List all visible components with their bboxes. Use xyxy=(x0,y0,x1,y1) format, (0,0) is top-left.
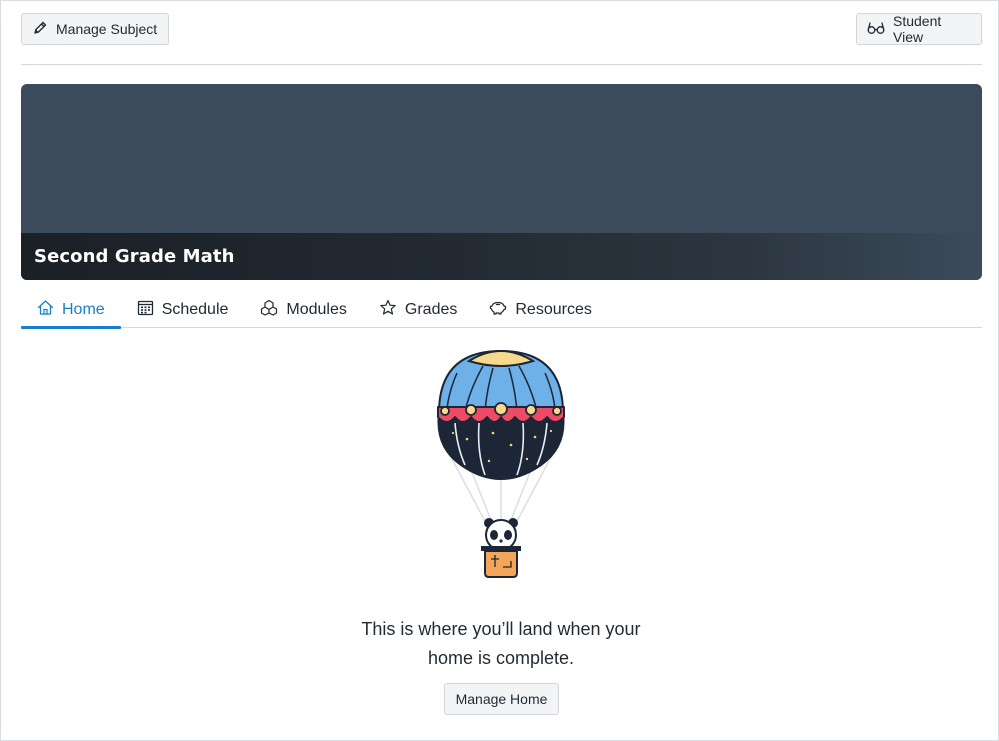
pencil-icon xyxy=(32,20,48,39)
subject-tabs: Home Schedule Modules Grades Resources xyxy=(21,292,982,329)
tab-schedule[interactable]: Schedule xyxy=(121,292,245,327)
hot-air-balloon-illustration xyxy=(431,347,571,583)
tab-modules[interactable]: Modules xyxy=(244,292,362,327)
empty-state-message: This is where you’ll land when your home… xyxy=(301,615,701,673)
home-icon xyxy=(37,299,54,321)
tab-modules-label: Modules xyxy=(286,300,347,318)
tab-schedule-label: Schedule xyxy=(161,300,229,318)
star-icon xyxy=(379,299,397,321)
course-page: Manage Subject Student View Second Grade… xyxy=(0,0,999,741)
subject-banner: Second Grade Math xyxy=(21,84,982,280)
student-view-label: Student View xyxy=(893,13,942,45)
tab-grades[interactable]: Grades xyxy=(363,292,473,327)
tab-resources-label: Resources xyxy=(515,300,592,318)
student-view-button[interactable]: Student View xyxy=(856,13,982,45)
piggy-bank-icon xyxy=(489,299,507,321)
modules-icon xyxy=(260,299,278,321)
empty-state-message-line1: This is where you’ll land when your xyxy=(361,619,641,639)
empty-state-message-line2: home is complete. xyxy=(427,648,575,668)
divider xyxy=(21,64,982,65)
tab-grades-label: Grades xyxy=(404,300,458,318)
banner-title-strip: Second Grade Math xyxy=(21,233,982,280)
manage-subject-label: Manage Subject xyxy=(56,21,158,37)
tab-home[interactable]: Home xyxy=(21,292,121,329)
tab-home-label: Home xyxy=(62,300,105,318)
glasses-icon xyxy=(867,21,885,38)
calendar-icon xyxy=(137,299,154,321)
manage-subject-button[interactable]: Manage Subject xyxy=(21,13,169,45)
subject-title: Second Grade Math xyxy=(34,246,235,267)
manage-home-button[interactable]: Manage Home xyxy=(444,683,559,715)
tab-resources[interactable]: Resources xyxy=(473,292,607,327)
